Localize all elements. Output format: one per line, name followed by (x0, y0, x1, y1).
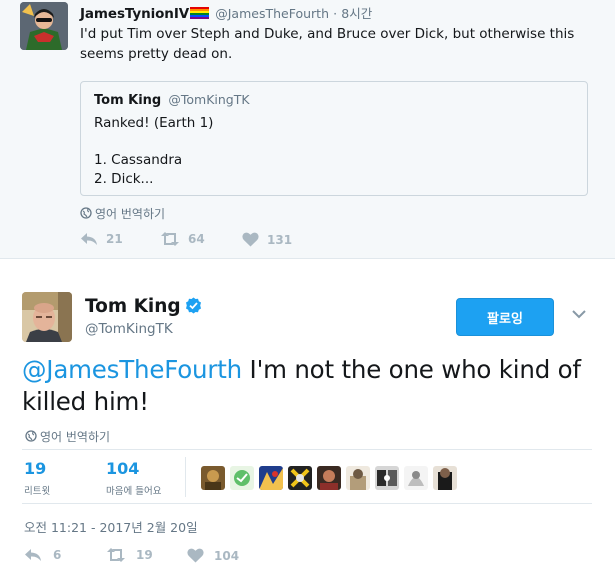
retweet-count: 64 (188, 232, 205, 246)
divider (22, 449, 592, 450)
verified-badge-icon (185, 297, 201, 314)
retweet-stat-label: 리트윗 (24, 486, 51, 497)
heart-icon (187, 548, 204, 563)
liker-avatar[interactable] (317, 466, 341, 490)
tweet-header: JamesTynionIV @JamesTheFourth · 8시간 (80, 3, 372, 22)
like-button[interactable]: 104 (187, 548, 239, 563)
display-name[interactable]: Tom King (85, 296, 181, 317)
tweet-actions: 21 64 131 (80, 232, 380, 252)
translate-label: 영어 번역하기 (95, 207, 166, 221)
handle[interactable]: @TomKingTK (85, 321, 173, 337)
chevron-down-icon[interactable] (572, 310, 586, 319)
handle[interactable]: @JamesTheFourth (215, 6, 329, 21)
reply-count: 21 (106, 232, 123, 246)
dot-separator: · (333, 6, 338, 21)
liker-avatar[interactable] (375, 466, 399, 490)
retweet-stat[interactable]: 19 리트윗 (24, 459, 50, 497)
quoted-text-line: Ranked! (Earth 1) (94, 115, 214, 131)
liker-avatar[interactable] (259, 466, 283, 490)
liker-avatar[interactable] (201, 466, 225, 490)
parent-tweet[interactable]: JamesTynionIV @JamesTheFourth · 8시간 I'd … (0, 0, 615, 258)
timestamp[interactable]: 8시간 (341, 6, 372, 21)
following-button[interactable]: 팔로잉 (456, 298, 554, 336)
globe-icon (25, 430, 37, 442)
liker-avatar[interactable] (288, 466, 312, 490)
like-button[interactable]: 131 (242, 232, 292, 247)
like-count: 104 (214, 548, 240, 563)
like-stat[interactable]: 104 마음에 들어요 (106, 459, 161, 497)
quoted-text-line: 2. Dick... (94, 171, 154, 187)
rainbow-flag-icon (190, 7, 210, 19)
reply-button[interactable]: 21 (80, 232, 123, 246)
translate-link[interactable]: 영어 번역하기 (80, 205, 165, 222)
author-name[interactable]: Tom King (85, 296, 202, 317)
display-name[interactable]: JamesTynionIV (80, 6, 189, 22)
retweet-button[interactable]: 19 (106, 548, 153, 562)
avatar[interactable] (20, 2, 68, 50)
avatar[interactable] (22, 292, 72, 342)
like-stat-label: 마음에 들어요 (106, 486, 162, 497)
translate-link[interactable]: 영어 번역하기 (25, 428, 110, 445)
quoted-tweet[interactable]: Tom King @TomKingTK Ranked! (Earth 1) 1.… (80, 81, 588, 196)
liker-avatar[interactable] (404, 466, 428, 490)
reply-count: 6 (53, 548, 62, 562)
tweet-timestamp[interactable]: 오전 11:21 - 2017년 2월 20일 (24, 517, 198, 536)
reply-icon (25, 549, 41, 561)
tweet-text: @JamesTheFourth I'm not the one who kind… (22, 354, 607, 418)
retweet-count: 19 (136, 548, 153, 562)
liker-avatar[interactable] (433, 466, 457, 490)
retweet-button[interactable]: 64 (160, 232, 205, 246)
quoted-text-line: 1. Cassandra (94, 152, 183, 168)
divider (22, 503, 592, 504)
retweet-icon (107, 548, 125, 562)
mention-link[interactable]: @JamesTheFourth (22, 355, 242, 384)
like-count: 131 (267, 232, 293, 247)
quoted-display-name: Tom King (94, 93, 162, 108)
tweet-text: I'd put Tim over Steph and Duke, and Bru… (80, 26, 575, 62)
reply-button[interactable]: 6 (24, 548, 61, 562)
divider (0, 258, 615, 259)
liker-avatar[interactable] (346, 466, 370, 490)
reply-icon (81, 233, 97, 245)
divider (185, 457, 186, 497)
globe-icon (80, 207, 92, 219)
retweet-icon (161, 232, 179, 246)
quoted-handle: @TomKingTK (168, 92, 250, 107)
liker-avatar[interactable] (230, 466, 254, 490)
tweet-actions: 6 19 104 (24, 548, 324, 568)
heart-icon (242, 232, 259, 247)
like-stat-count: 104 (106, 459, 140, 478)
translate-label: 영어 번역하기 (40, 430, 111, 444)
quoted-header: Tom King @TomKingTK (94, 92, 250, 108)
retweet-stat-count: 19 (24, 459, 47, 478)
